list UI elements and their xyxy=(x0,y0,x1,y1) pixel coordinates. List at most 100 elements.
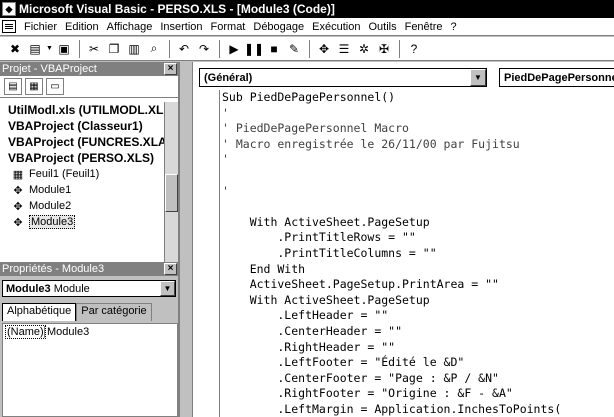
project-toolbar: ▤ ▦ ▭ xyxy=(0,76,178,98)
code-line: .CenterHeader = "" xyxy=(220,324,614,340)
property-value[interactable]: Module3 xyxy=(45,326,89,338)
menu-format[interactable]: Format xyxy=(207,21,250,33)
code-line xyxy=(220,199,614,215)
menu-help[interactable]: ? xyxy=(447,21,461,33)
property-row[interactable]: (Name) Module3 xyxy=(3,324,177,339)
undo-icon[interactable]: ↶ xyxy=(175,40,193,58)
properties-icon[interactable]: ☰ xyxy=(335,40,353,58)
copy-icon[interactable]: ❐ xyxy=(105,40,123,58)
toolbar-separator xyxy=(309,40,311,58)
toolbar-separator xyxy=(79,40,81,58)
toggle-folders-icon[interactable]: ▭ xyxy=(46,78,64,95)
design-mode-icon[interactable]: ✎ xyxy=(285,40,303,58)
tree-item[interactable]: ✥ Module3 xyxy=(2,214,164,230)
code-line: Sub PiedDePagePersonnel() xyxy=(220,90,614,106)
title-bar: ◆ Microsoft Visual Basic - PERSO.XLS - [… xyxy=(0,0,614,18)
object-combo[interactable]: (Général) ▼ xyxy=(199,68,487,87)
sheet-icon: ▦ xyxy=(10,168,26,181)
tree-item[interactable]: VBAProject (Classeur1) xyxy=(2,118,164,134)
window-title: Microsoft Visual Basic - PERSO.XLS - [Mo… xyxy=(19,2,335,16)
object-type: Module xyxy=(54,283,90,295)
menu-outils[interactable]: Outils xyxy=(364,21,400,33)
code-line: End With xyxy=(220,262,614,278)
code-line: .PrintTitleColumns = "" xyxy=(220,246,614,262)
run-icon[interactable]: ▶ xyxy=(225,40,243,58)
menu-debogage[interactable]: Débogage xyxy=(249,21,308,33)
view-code-icon[interactable]: ▤ xyxy=(4,78,22,95)
close-icon[interactable]: × xyxy=(164,263,177,275)
scrollbar-thumb[interactable] xyxy=(165,174,178,212)
code-line: ' xyxy=(220,106,614,122)
tree-scrollbar[interactable] xyxy=(164,102,178,262)
tree-item[interactable]: VBAProject (PERSO.XLS) xyxy=(2,150,164,166)
menu-execution[interactable]: Exécution xyxy=(308,21,364,33)
procedure-combo[interactable]: PiedDePagePersonnel xyxy=(499,68,614,87)
vba-app-icon: ◆ xyxy=(2,2,16,16)
excel-icon[interactable]: ✖ xyxy=(6,40,24,58)
object-select-value: Module3 Module xyxy=(6,283,90,295)
chevron-down-icon[interactable]: ▼ xyxy=(470,69,486,86)
view-object-icon[interactable]: ▦ xyxy=(25,78,43,95)
object-combo-value: (Général) xyxy=(204,72,252,84)
code-line: ' PiedDePagePersonnel Macro xyxy=(220,121,614,137)
tree-item-label: Module3 xyxy=(29,215,75,229)
code-line: ' xyxy=(220,152,614,168)
redo-icon[interactable]: ↷ xyxy=(195,40,213,58)
code-line: .RightHeader = "" xyxy=(220,340,614,356)
reset-icon[interactable]: ■ xyxy=(265,40,283,58)
break-icon[interactable]: ❚❚ xyxy=(245,40,263,58)
tab-par-categorie[interactable]: Par catégorie xyxy=(76,303,151,321)
property-name-cell: (Name) xyxy=(3,326,45,338)
properties-tabs: Alphabétique Par catégorie xyxy=(2,303,178,321)
tree-item-label: Feuil1 (Feuil1) xyxy=(29,168,99,180)
insert-module-icon[interactable]: ▤ xyxy=(26,40,44,58)
document-menu-icon[interactable] xyxy=(2,20,16,33)
module-icon: ✥ xyxy=(10,184,26,197)
close-icon[interactable]: × xyxy=(164,63,177,75)
tree-item-label: UtilModl.xls (UTILMODL.XLA xyxy=(8,103,164,117)
chevron-down-icon[interactable]: ▼ xyxy=(46,40,53,58)
code-line: .CenterFooter = "Page : &P / &N" xyxy=(220,371,614,387)
menu-insertion[interactable]: Insertion xyxy=(156,21,206,33)
procedure-combo-value: PiedDePagePersonnel xyxy=(504,72,614,84)
code-line: .LeftMargin = Application.InchesToPoints… xyxy=(220,402,614,417)
tree-item[interactable]: ✥ Module2 xyxy=(2,198,164,214)
help-icon[interactable]: ? xyxy=(405,40,423,58)
menu-edition[interactable]: Edition xyxy=(61,21,103,33)
toolbar-separator xyxy=(399,40,401,58)
find-icon[interactable]: ⌕ xyxy=(145,40,163,58)
project-panel-title-bar: Projet - VBAProject × xyxy=(0,62,178,76)
toolbox-icon[interactable]: ✠ xyxy=(375,40,393,58)
code-line: .LeftHeader = "" xyxy=(220,308,614,324)
property-name: (Name) xyxy=(5,325,46,339)
cut-icon[interactable]: ✂ xyxy=(85,40,103,58)
menu-fichier[interactable]: Fichier xyxy=(20,21,61,33)
object-browser-icon[interactable]: ✲ xyxy=(355,40,373,58)
tree-item[interactable]: VBAProject (FUNCRES.XLA) xyxy=(2,134,164,150)
project-panel-title: Projet - VBAProject xyxy=(2,63,97,75)
tree-item-label: Module2 xyxy=(29,200,71,212)
tab-alphabetique[interactable]: Alphabétique xyxy=(2,303,76,321)
chevron-down-icon[interactable]: ▼ xyxy=(160,281,175,296)
menu-bar: Fichier Edition Affichage Insertion Form… xyxy=(0,18,614,36)
code-line: .LeftFooter = "Édité le &D" xyxy=(220,355,614,371)
module-icon: ✥ xyxy=(10,200,26,213)
menu-affichage[interactable]: Affichage xyxy=(103,21,157,33)
object-select[interactable]: Module3 Module ▼ xyxy=(2,280,176,297)
save-icon[interactable]: ▣ xyxy=(55,40,73,58)
project-explorer-icon[interactable]: ✥ xyxy=(315,40,333,58)
code-line: With ActiveSheet.PageSetup xyxy=(220,215,614,231)
tree-item-label: VBAProject (FUNCRES.XLA) xyxy=(8,135,164,149)
code-combo-bar: (Général) ▼ PiedDePagePersonnel xyxy=(193,66,614,88)
menu-fenetre[interactable]: Fenêtre xyxy=(401,21,447,33)
code-editor[interactable]: Sub PiedDePagePersonnel() ' ' PiedDePagePe… xyxy=(219,90,614,417)
properties-grid: (Name) Module3 xyxy=(2,323,178,417)
tree-item-label: VBAProject (Classeur1) xyxy=(8,119,143,133)
paste-icon[interactable]: ▥ xyxy=(125,40,143,58)
tree-item[interactable]: ▦ Feuil1 (Feuil1) xyxy=(2,166,164,182)
tree-item[interactable]: UtilModl.xls (UTILMODL.XLA xyxy=(2,102,164,118)
code-line: .RightFooter = "Origine : &F - &A" xyxy=(220,386,614,402)
project-tree: UtilModl.xls (UTILMODL.XLA VBAProject (Cl… xyxy=(2,102,164,262)
code-window: (Général) ▼ PiedDePagePersonnel Sub Pied… xyxy=(192,62,614,417)
tree-item[interactable]: ✥ Module1 xyxy=(2,182,164,198)
